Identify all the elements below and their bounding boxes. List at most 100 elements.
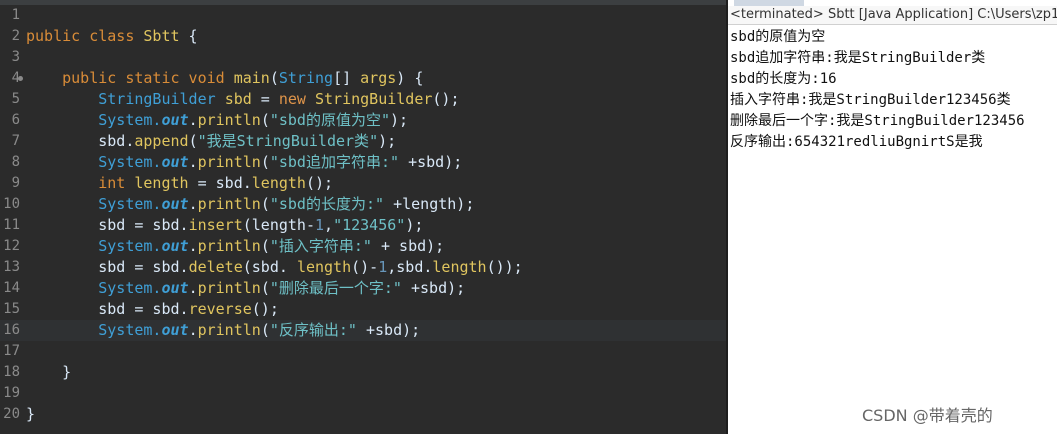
code-token: System.	[98, 237, 162, 255]
line-number: 12	[3, 238, 20, 254]
code-line-12[interactable]: 12 System.out.println("插入字符串:" + sbd);	[0, 236, 726, 257]
code-token: :"	[338, 321, 357, 339]
code-token: append	[134, 132, 189, 150]
code-token: 插入字符串	[278, 237, 354, 255]
code-token: "	[369, 132, 379, 150]
code-token: "	[269, 279, 279, 297]
code-token: System.	[98, 279, 162, 297]
console-output-line: sbd追加字符串:我是StringBuilder类	[730, 50, 986, 66]
code-token: main	[233, 69, 270, 87]
code-token: (	[269, 69, 279, 87]
code-line-3[interactable]: 3	[0, 47, 726, 68]
line-number: 17	[3, 343, 20, 359]
code-token: out	[161, 237, 189, 255]
code-text: System.out.println("sbd追加字符串:" +sbd);	[26, 152, 462, 173]
code-text: public static void main(String[] args) {	[26, 68, 423, 89]
code-token: "sbd	[269, 195, 306, 213]
code-token: sbd = sbd.	[26, 216, 189, 234]
code-token: println	[197, 111, 261, 129]
code-token: {	[179, 27, 198, 45]
line-number: 8	[11, 154, 20, 170]
code-line-19[interactable]: 19	[0, 383, 726, 404]
code-line-13[interactable]: 13 sbd = sbd.delete(sbd. length()-1,sbd.…	[0, 257, 726, 278]
code-token: ();	[251, 300, 279, 318]
code-token: println	[197, 195, 261, 213]
code-token: public class	[26, 27, 144, 45]
code-token: :"	[383, 279, 402, 297]
code-token: (length-	[242, 216, 315, 234]
code-token: out	[161, 153, 189, 171]
code-token: String	[278, 69, 334, 87]
code-text: }	[26, 404, 35, 425]
code-token: (	[260, 279, 270, 297]
code-token: println	[197, 237, 261, 255]
code-token: System.	[98, 153, 162, 171]
code-token: 的长度为	[305, 195, 366, 213]
code-token: 1	[315, 216, 325, 234]
code-line-18[interactable]: 18 }	[0, 362, 726, 383]
code-token: ());	[486, 258, 523, 276]
code-token: "sbd	[269, 111, 306, 129]
code-line-15[interactable]: 15 sbd = sbd.reverse();	[0, 299, 726, 320]
line-number: 6	[11, 112, 20, 128]
code-token: length	[432, 258, 487, 276]
code-text: sbd.append("我是StringBuilder类");	[26, 131, 396, 152]
override-marker-icon[interactable]	[18, 76, 23, 81]
code-token: sbd.	[26, 132, 135, 150]
code-text: sbd = sbd.delete(sbd. length()-1,sbd.len…	[26, 257, 523, 278]
code-token: ,sbd.	[387, 258, 433, 276]
code-text: sbd = sbd.insert(length-1,"123456");	[26, 215, 423, 236]
code-token: StringBuilder	[98, 90, 225, 108]
code-text: public class Sbtt {	[26, 26, 198, 47]
code-text: System.out.println("插入字符串:" + sbd);	[26, 236, 444, 257]
code-text: System.out.println("删除最后一个字:" +sbd);	[26, 278, 465, 299]
code-token: println	[197, 321, 261, 339]
code-token: (	[260, 237, 270, 255]
code-line-17[interactable]: 17	[0, 341, 726, 362]
code-line-20[interactable]: 20}	[0, 404, 726, 425]
console-output-line: 删除最后一个字:我是StringBuilder123456	[730, 113, 1025, 129]
code-token: "	[380, 111, 391, 129]
code-line-2[interactable]: 2 public class Sbtt {	[0, 26, 726, 47]
code-line-5[interactable]: 5 StringBuilder sbd = new StringBuilder(…	[0, 89, 726, 110]
code-line-14[interactable]: 14 System.out.println("删除最后一个字:" +sbd);	[0, 278, 726, 299]
code-line-8[interactable]: 8 System.out.println("sbd追加字符串:" +sbd);	[0, 152, 726, 173]
line-number: 4	[11, 70, 20, 86]
code-token: (	[260, 195, 270, 213]
code-token: .	[188, 153, 198, 171]
code-token: );	[378, 132, 397, 150]
code-token: "	[197, 132, 207, 150]
code-token: "	[269, 321, 279, 339]
console-header: <terminated> Sbtt [Java Application] C:\…	[728, 6, 1057, 25]
code-line-11[interactable]: 11 sbd = sbd.insert(length-1,"123456");	[0, 215, 726, 236]
code-line-4[interactable]: 4 public static void main(String[] args)…	[0, 68, 726, 89]
code-line-16[interactable]: 16 System.out.println("反序输出:" +sbd);	[0, 320, 726, 341]
code-line-9[interactable]: 9 int length = sbd.length();	[0, 173, 726, 194]
code-token: ,	[324, 216, 334, 234]
code-line-1[interactable]: 1	[0, 5, 726, 26]
code-token: println	[197, 153, 261, 171]
code-token: length	[134, 174, 189, 192]
code-token: .	[188, 279, 198, 297]
code-line-7[interactable]: 7 sbd.append("我是StringBuilder类");	[0, 131, 726, 152]
line-number: 19	[3, 385, 20, 401]
line-number: 5	[11, 91, 20, 107]
line-number: 14	[3, 280, 20, 296]
code-token: (	[260, 321, 270, 339]
code-token: out	[161, 111, 189, 129]
code-token: ) {	[396, 69, 424, 87]
code-editor[interactable]: 1 2 public class Sbtt {3 4 public static vo…	[0, 5, 726, 434]
code-token: 类	[354, 132, 370, 150]
code-line-6[interactable]: 6 System.out.println("sbd的原值为空");	[0, 110, 726, 131]
line-number: 1	[11, 7, 20, 23]
line-number: 11	[3, 217, 20, 233]
code-text: System.out.println("sbd的原值为空");	[26, 110, 408, 131]
code-token: length	[251, 174, 306, 192]
code-line-10[interactable]: 10 System.out.println("sbd的长度为:" +length…	[0, 194, 726, 215]
code-token: }	[26, 363, 72, 381]
